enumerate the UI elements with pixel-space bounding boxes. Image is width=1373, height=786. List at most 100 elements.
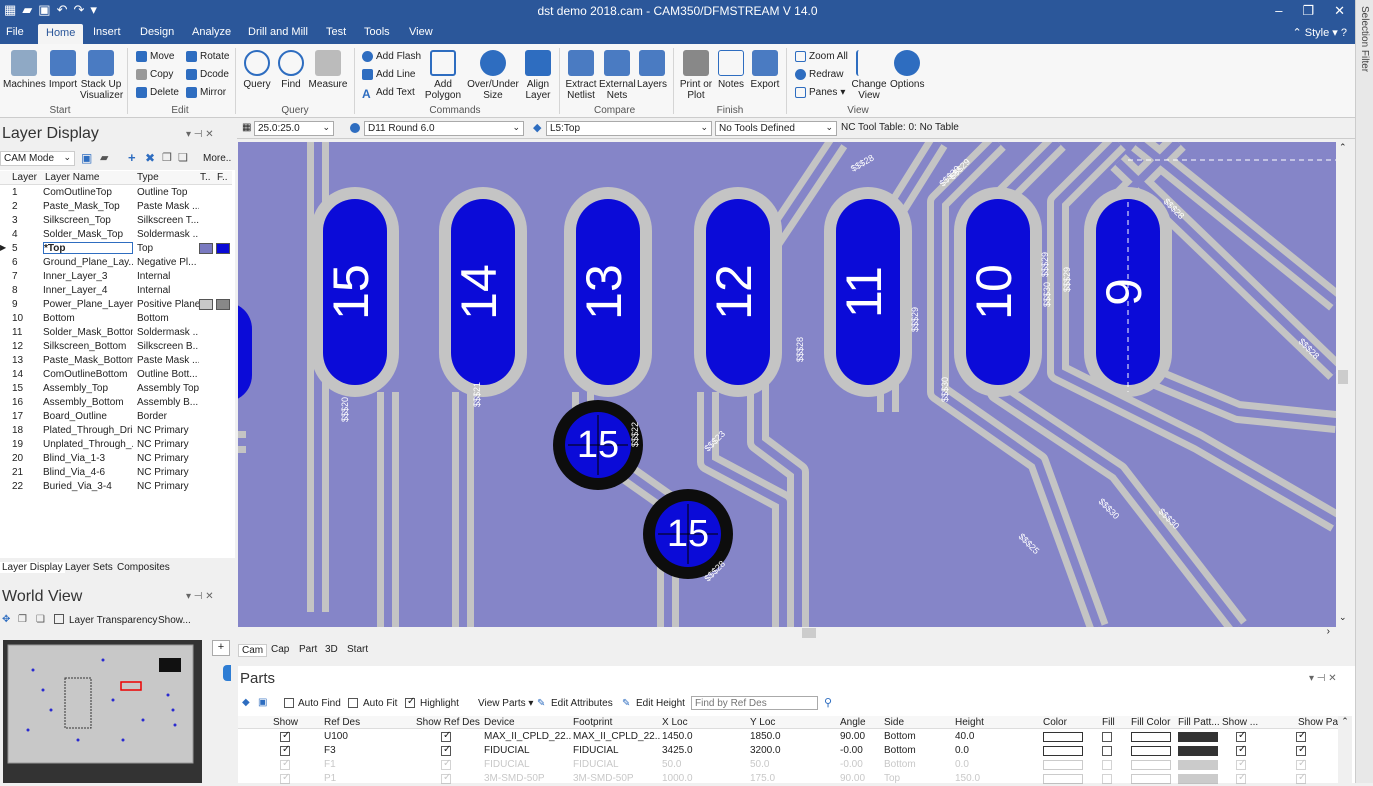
layer-select[interactable]: L5:Top ⌄ [546,121,712,136]
show-pads-checkbox[interactable] [1296,744,1306,756]
tab-insert[interactable]: Insert [93,26,121,38]
save-icon[interactable]: ▣ [81,151,92,165]
layer-row[interactable]: 12 Silkscreen_Bottom Silkscreen B... [0,340,232,354]
edit-height-button[interactable]: Edit Height [636,698,685,709]
selection-filter-strip[interactable]: Selection Filter [1355,0,1373,783]
scroll-right-icon[interactable]: › [1327,626,1330,637]
show-outline-checkbox[interactable] [1236,744,1246,756]
zoom-slider-handle[interactable] [223,665,231,681]
tab-composites[interactable]: Composites [117,562,170,573]
layer-row[interactable]: 4 Solder_Mask_Top Soldermask ... [0,228,232,242]
fill-color-swatch[interactable] [1131,732,1171,742]
move-button[interactable]: Move [136,51,174,62]
dcode-select[interactable]: D11 Round 6.0 ⌄ [364,121,524,136]
fill-pattern-swatch[interactable] [1178,746,1218,756]
layer-transparency-checkbox[interactable] [54,614,64,624]
layer-row[interactable]: 5 *Top Top ▶ [0,242,232,256]
parts-col-header[interactable]: Fill Color [1131,717,1170,728]
layer-row[interactable]: 1 ComOutlineTop Outline Top [0,186,232,200]
extract-netlist-button[interactable]: Extract Netlist [564,50,598,101]
cam-mode-select[interactable]: CAM Mode ⌄ [0,151,75,166]
col-layer-name[interactable]: Layer Name [45,172,99,183]
show-pads-checkbox[interactable] [1296,758,1306,770]
tab-cap[interactable]: Cap [271,644,289,655]
col-layer[interactable]: Layer [12,172,37,183]
tab-home[interactable]: Home [38,24,84,44]
stack-up-visualizer-button[interactable]: Stack Up Visualizer [80,50,123,101]
tab-design[interactable]: Design [140,26,174,38]
layer-row[interactable]: 13 Paste_Mask_Bottom Paste Mask ... [0,354,232,368]
part-color-swatch[interactable] [1043,746,1083,756]
show-outline-checkbox[interactable] [1236,730,1246,742]
col-type[interactable]: Type [137,172,159,183]
add-icon[interactable]: + [128,150,136,165]
cam-canvas[interactable]: 15 14 13 12 11 10 9 15 15 $$$20 $$$21 $$$22 $$$23 $$$… [238,142,1336,627]
folder-icon[interactable]: ▰ [100,151,108,164]
add-text-button[interactable]: A Add Text [362,87,415,101]
close-icon[interactable]: ✕ [1334,3,1345,19]
change-view-button[interactable]: Change View [850,50,888,101]
parts-col-header[interactable]: Footprint [573,717,612,728]
layers-button[interactable]: Layers [637,50,667,90]
layer-color-swatch[interactable] [216,243,230,254]
parts-col-header[interactable]: Ref Des [324,717,360,728]
parts-col-header[interactable]: Device [484,717,515,728]
horizontal-scrollbar[interactable]: › [238,626,1336,639]
layer-row[interactable]: 6 Ground_Plane_Lay... Negative Pl... [0,256,232,270]
minimize-icon[interactable]: – [1275,3,1282,19]
world-view-map[interactable] [3,640,202,783]
scroll-up-icon[interactable]: ⌃ [1339,142,1347,153]
copy-button[interactable]: Copy [136,69,173,80]
tools-select[interactable]: No Tools Defined ⌄ [715,121,837,136]
export-button[interactable]: Export [749,50,781,90]
parts-row[interactable]: P1 3M-SMD-50P 3M-SMD-50P 1000.0 175.0 90.00 To… [238,772,1338,785]
parts-col-header[interactable]: Height [955,717,984,728]
parts-col-header[interactable]: Fill Patt... [1178,717,1220,728]
fill-checkbox[interactable] [1102,746,1112,756]
part-color-swatch[interactable] [1043,760,1083,770]
show-part-checkbox[interactable] [280,730,290,742]
parts-col-header[interactable]: Angle [840,717,866,728]
layer-color-swatch[interactable] [199,299,213,310]
col-f[interactable]: F.. [217,172,228,183]
diamond-icon[interactable]: ◆ [242,697,250,708]
parts-col-header[interactable]: Show ... [1222,717,1258,728]
print-or-plot-button[interactable]: Print or Plot [679,50,713,101]
pan-icon[interactable]: ✥ [2,614,10,625]
layer-row[interactable]: 8 Inner_Layer_4 Internal [0,284,232,298]
layer-row[interactable]: 20 Blind_Via_1-3 NC Primary [0,452,232,466]
delete-icon[interactable]: ✖ [145,151,155,165]
col-t[interactable]: T.. [200,172,211,183]
vertical-scrollbar[interactable]: ⌃ ⌄ [1336,142,1350,627]
show-outline-checkbox[interactable] [1236,758,1246,770]
parts-col-header[interactable]: Color [1043,717,1067,728]
layer-color-swatch[interactable] [199,243,213,254]
paste-icon[interactable]: ❏ [36,614,45,625]
redraw-button[interactable]: Redraw [795,69,843,80]
layer-row[interactable]: 7 Inner_Layer_3 Internal [0,270,232,284]
parts-col-header[interactable]: Fill [1102,717,1115,728]
scroll-thumb[interactable] [1338,370,1348,384]
over-under-size-button[interactable]: Over/Under Size [467,50,519,101]
show-part-checkbox[interactable] [280,744,290,756]
show-ref-des-checkbox[interactable] [441,730,451,742]
parts-row[interactable]: F1 FIDUCIAL FIDUCIAL 50.0 50.0 -0.00 Bottom 0.0 [238,758,1338,771]
search-icon[interactable]: ⚲ [824,696,832,709]
edit-attributes-button[interactable]: Edit Attributes [551,698,613,709]
panel-controls[interactable]: ▾ ⊣ ✕ [1309,673,1337,684]
dcode-button[interactable]: Dcode [186,69,229,80]
query-button[interactable]: Query [241,50,273,90]
fill-checkbox[interactable] [1102,732,1112,742]
measure-button[interactable]: Measure [308,50,348,90]
auto-fit-checkbox[interactable] [348,698,358,708]
restore-icon[interactable]: ❐ [1302,3,1314,19]
panes-button[interactable]: Panes ▾ [795,87,845,98]
fill-checkbox[interactable] [1102,760,1112,770]
frame-icon[interactable]: ▣ [258,697,267,708]
parts-col-header[interactable]: Show Ref Des [416,717,480,728]
import-button[interactable]: Import [47,50,79,90]
layer-row[interactable]: 10 Bottom Bottom [0,312,232,326]
find-button[interactable]: Find [277,50,305,90]
parts-col-header[interactable]: Show [273,717,298,728]
tab-file[interactable]: File [6,26,24,38]
